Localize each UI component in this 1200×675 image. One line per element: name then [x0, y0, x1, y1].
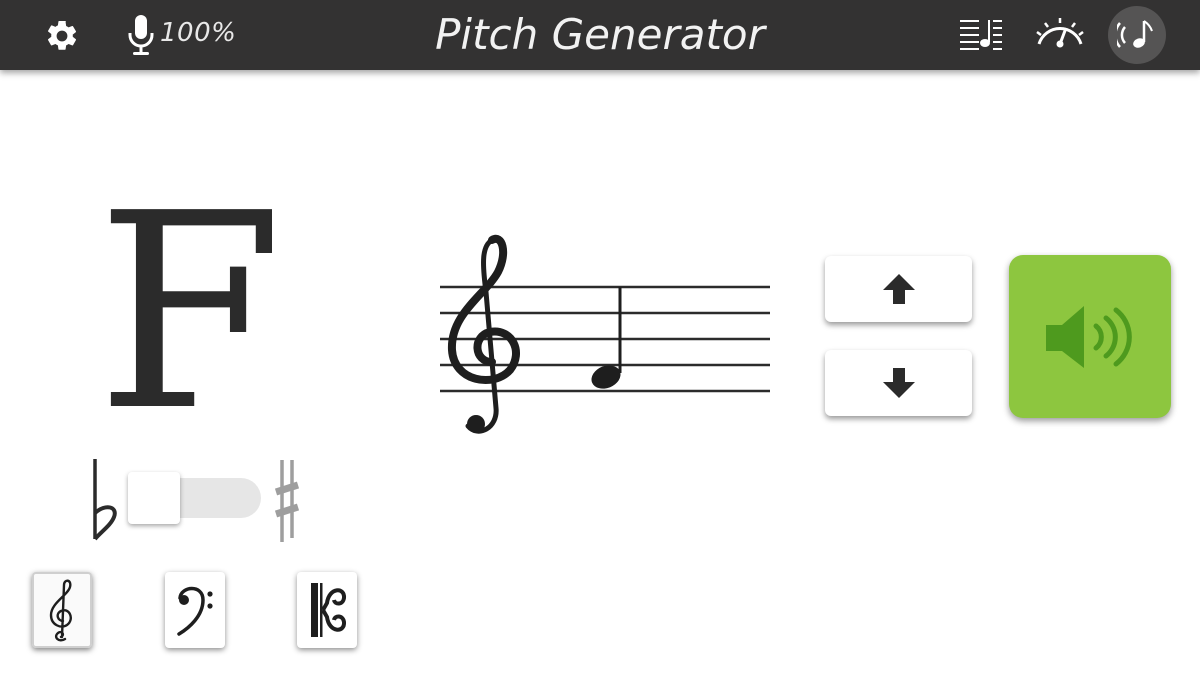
- alto-clef-icon: [311, 583, 346, 637]
- note-name-display: F: [96, 155, 284, 470]
- accidental-toggle-knob[interactable]: [128, 472, 180, 524]
- tuner-button[interactable]: [1030, 12, 1090, 56]
- microphone-button[interactable]: [124, 12, 158, 58]
- staff-treble-clef-icon: [447, 234, 520, 434]
- treble-clef-button[interactable]: [32, 572, 92, 648]
- music-staff: [440, 234, 770, 434]
- sharp-symbol-icon: [274, 460, 300, 542]
- staff-view-button[interactable]: [954, 14, 1008, 56]
- pitch-generator-app: 100% Pitch Generator F: [0, 0, 1200, 675]
- play-sound-button[interactable]: [1009, 255, 1171, 418]
- staff-lines-icon: [960, 18, 1002, 52]
- microphone-icon: [128, 15, 154, 55]
- sound-note-icon: [1117, 20, 1153, 48]
- bass-clef-button[interactable]: [165, 572, 225, 648]
- top-bar: 100% Pitch Generator: [0, 0, 1200, 70]
- treble-clef-icon: [49, 579, 72, 642]
- tuner-gauge-icon: [1036, 18, 1084, 48]
- bass-clef-icon: [177, 586, 213, 636]
- mic-level-readout: 100%: [160, 18, 237, 48]
- pitch-up-button[interactable]: [825, 256, 972, 322]
- arrow-up-icon: [882, 274, 915, 304]
- pitch-generator-mode-button[interactable]: [1108, 6, 1166, 64]
- speaker-icon: [1046, 305, 1132, 368]
- pitch-down-button[interactable]: [825, 350, 972, 416]
- settings-button[interactable]: [40, 14, 84, 58]
- alto-clef-button[interactable]: [297, 572, 357, 648]
- flat-symbol-icon: [93, 459, 117, 541]
- arrow-down-icon: [882, 368, 915, 398]
- gear-icon: [48, 20, 77, 50]
